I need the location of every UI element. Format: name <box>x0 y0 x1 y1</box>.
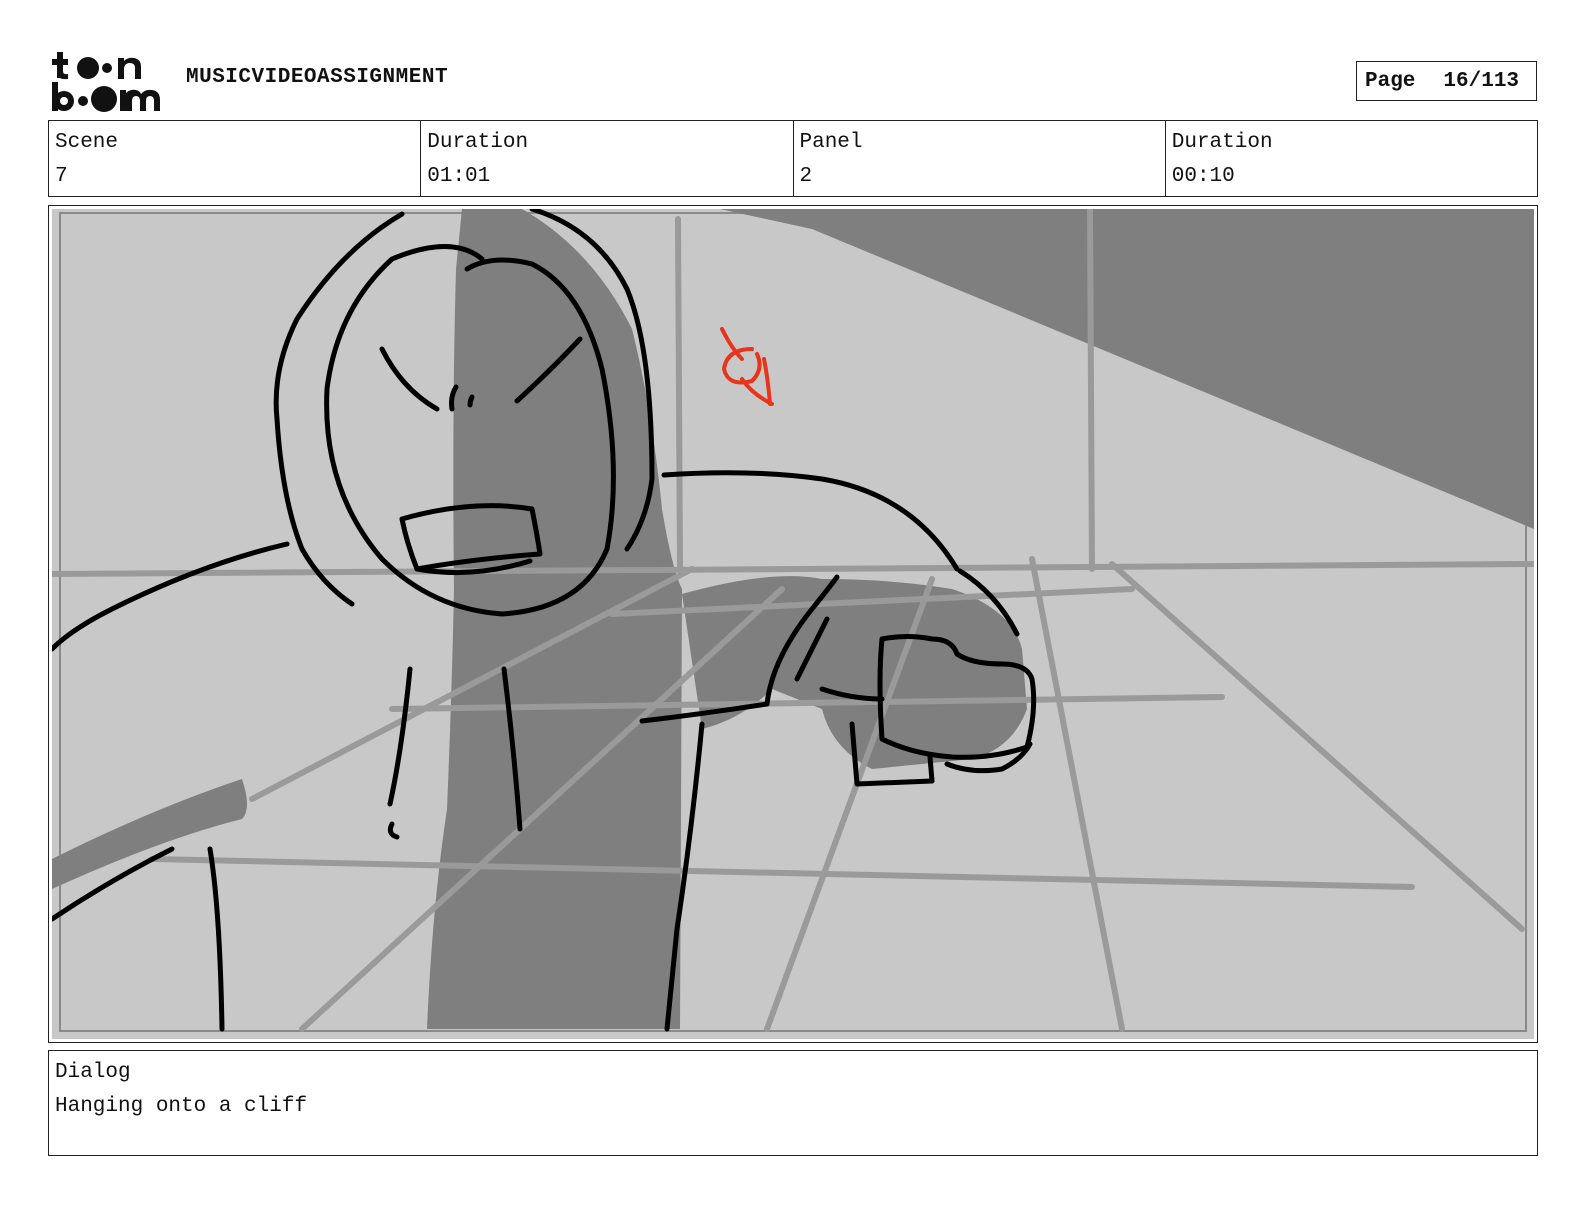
scene-value: 7 <box>55 165 68 188</box>
page-indicator: Page 16/113 <box>1356 61 1537 101</box>
dialog-label: Dialog <box>55 1061 131 1084</box>
toon-boom-logo <box>50 50 164 114</box>
scene-duration-label: Duration <box>427 131 529 154</box>
scene-cell: Scene 7 <box>49 121 422 196</box>
scene-label: Scene <box>55 131 119 154</box>
panel-cell: Panel 2 <box>794 121 1166 196</box>
project-title: MUSICVIDEOASSIGNMENT <box>186 66 449 89</box>
page-number: 16/113 <box>1443 69 1520 93</box>
scene-duration-value: 01:01 <box>427 165 491 188</box>
panel-duration-value: 00:10 <box>1171 165 1235 188</box>
dialog-box: Dialog Hanging onto a cliff <box>48 1050 1538 1156</box>
storyboard-panel <box>48 205 1538 1043</box>
dialog-text: Hanging onto a cliff <box>55 1095 308 1118</box>
page-label: Page <box>1365 69 1416 93</box>
panel-duration-cell: Duration 00:10 <box>1166 121 1537 196</box>
panel-duration-label: Duration <box>1171 131 1273 154</box>
panel-value: 2 <box>799 165 813 188</box>
scene-duration-cell: Duration 01:01 <box>421 121 794 196</box>
panel-label: Panel <box>799 131 863 154</box>
panel-info-table: Scene 7 Duration 01:01 Panel 2 Duration … <box>48 120 1538 197</box>
panel-sketch <box>52 209 1534 1039</box>
